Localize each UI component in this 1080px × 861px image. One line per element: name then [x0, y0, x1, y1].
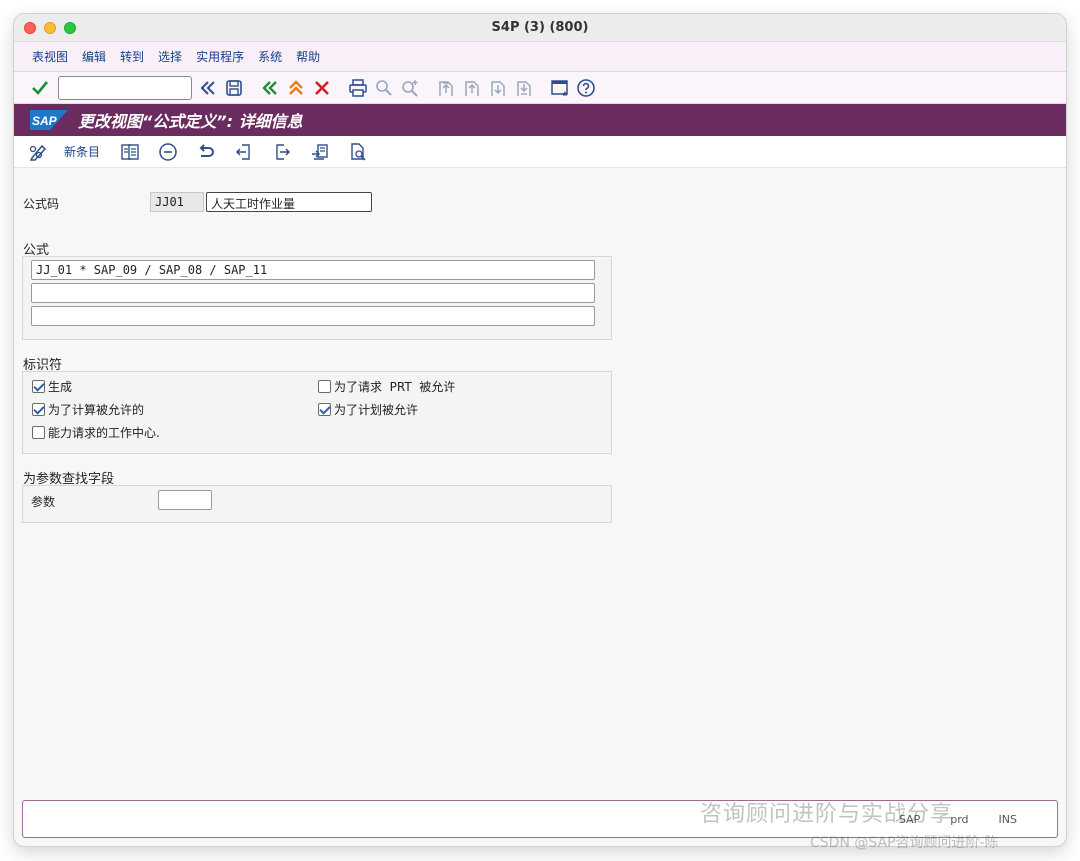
application-toolbar: 新条目 — [14, 136, 1066, 168]
command-history-button[interactable] — [196, 76, 220, 100]
pencil-glasses-icon — [29, 144, 47, 161]
search-next-icon — [402, 79, 418, 97]
param-search-group — [22, 485, 612, 523]
transport-icon — [312, 143, 328, 160]
capacity-workcenter-label: 能力请求的工作中心. — [48, 426, 160, 440]
generate-label: 生成 — [48, 380, 73, 394]
menu-item-system[interactable]: 系统 — [258, 48, 282, 65]
prt-allowed-checkbox[interactable] — [318, 380, 331, 393]
menu-item-edit[interactable]: 编辑 — [82, 48, 106, 65]
new-session-button[interactable] — [548, 76, 572, 100]
find-button[interactable] — [372, 76, 396, 100]
menu-item-selection[interactable]: 选择 — [158, 48, 182, 65]
transport-button[interactable] — [308, 140, 332, 164]
parameter-field[interactable] — [158, 490, 212, 510]
screen-title: 更改视图“公式定义”: 详细信息 — [78, 112, 303, 131]
next-page-icon — [491, 80, 505, 96]
window-title: S4P (3) (800) — [491, 20, 589, 35]
next-page-button[interactable] — [486, 76, 510, 100]
where-used-button[interactable] — [346, 140, 370, 164]
command-field[interactable] — [58, 75, 192, 100]
copy-as-icon — [121, 143, 139, 160]
previous-page-button[interactable] — [460, 76, 484, 100]
new-entries-button[interactable]: 新条目 — [64, 143, 100, 160]
checkbox-row-scheduling-allowed[interactable]: 为了计划被允许 — [318, 401, 418, 418]
standard-toolbar — [14, 72, 1066, 104]
formula-line-2[interactable] — [31, 283, 595, 303]
title-header: SAP 更改视图“公式定义”: 详细信息 — [14, 104, 1066, 136]
calculation-allowed-label: 为了计算被允许的 — [48, 403, 145, 417]
display-change-button[interactable] — [26, 140, 50, 164]
minus-circle-icon — [159, 142, 177, 161]
svg-text:SAP: SAP — [32, 114, 58, 128]
checkbox-row-generate[interactable]: 生成 — [32, 378, 72, 395]
menu-bar: 表视图 编辑 转到 选择 实用程序 系统 帮助 — [14, 42, 1066, 72]
menu-item-utilities[interactable]: 实用程序 — [196, 48, 244, 65]
generate-checkbox[interactable] — [32, 380, 45, 393]
print-button[interactable] — [346, 76, 370, 100]
parameter-label: 参数 — [31, 495, 56, 509]
document-search-icon — [351, 142, 366, 161]
save-icon — [226, 79, 242, 96]
scheduling-allowed-label: 为了计划被允许 — [334, 403, 419, 417]
undo-change-button[interactable] — [194, 140, 218, 164]
checkmark-icon — [32, 80, 49, 95]
next-entry-icon — [276, 143, 291, 160]
previous-page-icon — [465, 80, 479, 96]
checkbox-row-calculation-allowed[interactable]: 为了计算被允许的 — [32, 401, 144, 418]
printer-icon — [349, 78, 367, 97]
exit-button[interactable] — [284, 76, 308, 100]
status-mode[interactable]: INS — [999, 813, 1017, 826]
calculation-allowed-checkbox[interactable] — [32, 403, 45, 416]
formula-line-3[interactable] — [31, 306, 595, 326]
first-page-button[interactable] — [434, 76, 458, 100]
watermark-main: 咨询顾问进阶与实战分享 — [700, 802, 954, 827]
window-controls — [24, 22, 76, 34]
exit-icon — [289, 79, 303, 95]
close-window-button[interactable] — [24, 22, 36, 34]
previous-entry-button[interactable] — [232, 140, 256, 164]
watermark-sub: CSDN @SAP咨询顾问进阶-陈 — [810, 835, 999, 851]
formula-code-label: 公式码 — [23, 197, 60, 211]
save-button[interactable] — [222, 76, 246, 100]
help-button[interactable] — [574, 76, 598, 100]
prt-allowed-label: 为了请求 PRT 被允许 — [334, 380, 456, 394]
new-window-icon — [551, 79, 568, 96]
formula-code-field: JJ01 — [150, 192, 204, 212]
scheduling-allowed-checkbox[interactable] — [318, 403, 331, 416]
title-bar: S4P (3) (800) — [14, 14, 1066, 42]
menu-item-table-view[interactable]: 表视图 — [32, 48, 68, 65]
help-icon — [577, 78, 595, 97]
cancel-icon — [315, 80, 329, 95]
minimize-window-button[interactable] — [44, 22, 56, 34]
copy-as-button[interactable] — [118, 140, 142, 164]
formula-description-field[interactable]: 人天工时作业量 — [206, 192, 372, 212]
menu-item-goto[interactable]: 转到 — [120, 48, 144, 65]
undo-icon — [199, 143, 214, 157]
back-icon — [262, 80, 277, 95]
enter-button[interactable] — [28, 76, 52, 100]
find-next-button[interactable] — [398, 76, 422, 100]
previous-entry-icon — [235, 143, 250, 160]
back-button[interactable] — [258, 76, 282, 100]
checkbox-row-prt-allowed[interactable]: 为了请求 PRT 被允许 — [318, 378, 455, 395]
sap-window: S4P (3) (800) 表视图 编辑 转到 选择 实用程序 系统 帮助 SA… — [14, 14, 1066, 846]
main-content: 公式码 JJ01 人天工时作业量 公式 JJ_01 * SAP_09 / SAP… — [14, 168, 1066, 798]
capacity-workcenter-checkbox[interactable] — [32, 426, 45, 439]
cancel-button[interactable] — [310, 76, 334, 100]
last-page-button[interactable] — [512, 76, 536, 100]
maximize-window-button[interactable] — [64, 22, 76, 34]
search-icon — [376, 79, 392, 96]
first-page-icon — [439, 80, 453, 96]
formula-line-1[interactable]: JJ_01 * SAP_09 / SAP_08 / SAP_11 — [31, 260, 595, 280]
double-chevron-left-icon — [200, 80, 215, 95]
delete-button[interactable] — [156, 140, 180, 164]
next-entry-button[interactable] — [270, 140, 294, 164]
checkbox-row-capacity-workcenter[interactable]: 能力请求的工作中心. — [32, 424, 160, 441]
menu-item-help[interactable]: 帮助 — [296, 48, 320, 65]
sap-logo: SAP — [30, 110, 68, 130]
last-page-icon — [517, 80, 531, 96]
